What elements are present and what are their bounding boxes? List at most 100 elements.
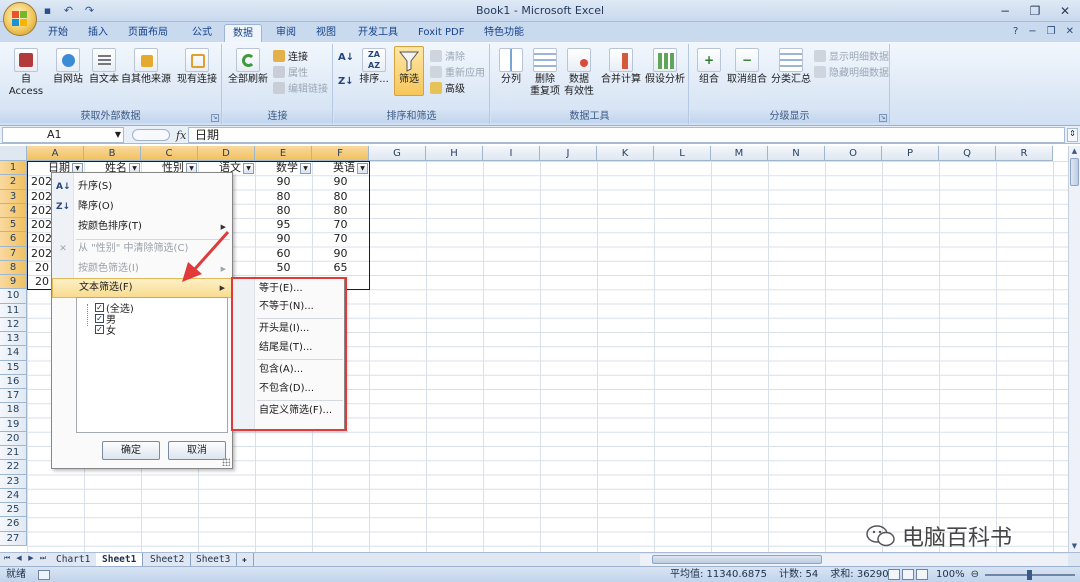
ribbon-close-icon[interactable]: ✕ — [1066, 26, 1074, 37]
column-header[interactable]: I — [483, 146, 540, 161]
row-header[interactable]: 20 — [0, 431, 27, 446]
normal-view-icon[interactable] — [888, 569, 900, 580]
data-validation-button[interactable]: 数据 有效性 — [563, 48, 595, 98]
page-break-view-icon[interactable] — [916, 569, 928, 580]
tab-page-layout[interactable]: 页面布局 — [120, 24, 176, 42]
what-if-analysis-button[interactable]: 假设分析 — [643, 48, 687, 86]
zoom-slider[interactable] — [984, 569, 1075, 580]
cancel-button[interactable]: 取消 — [168, 441, 226, 460]
reapply-button[interactable]: 重新应用 — [430, 64, 485, 79]
row-header[interactable]: 1 — [0, 161, 27, 176]
outline-dialog-launcher-icon[interactable]: ↘ — [879, 114, 887, 122]
connections-button[interactable]: 连接 — [273, 48, 308, 63]
from-text-button[interactable]: 自文本 — [86, 48, 122, 86]
row-header[interactable]: 11 — [0, 303, 27, 318]
from-access-button[interactable]: 自 Access — [4, 48, 48, 98]
chevron-down-icon[interactable]: ▼ — [115, 128, 121, 142]
submenu-item-custom-filter[interactable]: 自定义筛选(F)... — [259, 402, 332, 420]
row-header[interactable]: 10 — [0, 289, 27, 304]
menu-item-sort-ascending[interactable]: A↓ 升序(S) — [52, 177, 232, 197]
row-header[interactable]: 23 — [0, 474, 27, 489]
column-header[interactable]: N — [768, 146, 825, 161]
row-header[interactable]: 13 — [0, 332, 27, 347]
clear-button[interactable]: 清除 — [430, 48, 465, 63]
column-header[interactable]: M — [711, 146, 768, 161]
row-header[interactable]: 17 — [0, 389, 27, 404]
horizontal-scroll-thumb[interactable] — [652, 555, 822, 564]
submenu-item-does-not-contain[interactable]: 不包含(D)... — [259, 380, 314, 398]
column-header[interactable]: E — [255, 146, 312, 161]
help-icon[interactable]: ? — [1013, 26, 1018, 37]
column-header[interactable]: H — [426, 146, 483, 161]
sheet-tab-sheet3[interactable]: Sheet3 — [190, 553, 238, 566]
last-sheet-icon[interactable]: ⏭ — [38, 554, 48, 563]
existing-connections-button[interactable]: 现有连接 — [176, 48, 218, 86]
tab-foxit-pdf[interactable]: Foxit PDF — [410, 24, 472, 42]
row-header[interactable]: 8 — [0, 260, 27, 275]
column-header[interactable]: C — [141, 146, 198, 161]
row-header[interactable]: 6 — [0, 232, 27, 247]
column-header[interactable]: D — [198, 146, 255, 161]
ungroup-button[interactable]: − 取消组合 — [726, 48, 768, 86]
zoom-slider-knob[interactable] — [1026, 569, 1032, 580]
insert-function-icon[interactable]: fx — [176, 129, 186, 142]
row-header[interactable]: 19 — [0, 417, 27, 432]
column-header[interactable]: L — [654, 146, 711, 161]
sort-button[interactable]: ZA AZ 排序... — [356, 48, 392, 86]
checkbox-female[interactable]: ✓ 女 — [95, 324, 116, 337]
consolidate-button[interactable]: 合并计算 — [599, 48, 643, 86]
column-header[interactable]: P — [882, 146, 939, 161]
tab-data[interactable]: 数据 — [224, 24, 262, 42]
sheet-tab-sheet1[interactable]: Sheet1 — [96, 553, 144, 566]
row-header[interactable]: 26 — [0, 517, 27, 532]
sort-desc-small-button[interactable]: Z↓ — [338, 76, 354, 87]
zoom-out-icon[interactable]: ⊖ — [971, 567, 979, 582]
column-header[interactable]: A — [27, 146, 84, 161]
first-sheet-icon[interactable]: ⏮ — [2, 554, 12, 563]
close-button[interactable]: ✕ — [1050, 0, 1080, 22]
vertical-scrollbar[interactable]: ▲ ▼ — [1068, 146, 1080, 552]
scroll-down-icon[interactable]: ▼ — [1069, 541, 1080, 552]
group-button[interactable]: + 组合 — [694, 48, 724, 86]
filter-button[interactable]: 筛选 — [394, 46, 424, 96]
from-other-sources-button[interactable]: 自其他来源 — [120, 48, 172, 86]
scroll-up-icon[interactable]: ▲ — [1069, 146, 1080, 157]
row-header[interactable]: 21 — [0, 446, 27, 461]
insert-sheet-icon[interactable]: ✚ — [236, 553, 254, 566]
tab-formulas[interactable]: 公式 — [184, 24, 220, 42]
name-box[interactable]: A1 ▼ — [2, 127, 124, 143]
tab-developer[interactable]: 开发工具 — [350, 24, 406, 42]
text-to-columns-button[interactable]: 分列 — [495, 48, 527, 86]
submenu-item-begins-with[interactable]: 开头是(I)... — [259, 320, 309, 338]
menu-item-sort-by-color[interactable]: 按颜色排序(T) ▶ — [52, 217, 232, 237]
restore-button[interactable]: ❐ — [1020, 0, 1050, 22]
hide-detail-button[interactable]: 隐藏明细数据 — [814, 64, 889, 79]
row-header[interactable]: 22 — [0, 460, 27, 475]
row-header[interactable]: 25 — [0, 503, 27, 518]
tab-review[interactable]: 审阅 — [268, 24, 304, 42]
dialog-launcher-icon[interactable]: ↘ — [211, 114, 219, 122]
from-web-button[interactable]: 自网站 — [50, 48, 86, 86]
menu-item-text-filters[interactable]: 文本筛选(F) ▶ — [52, 278, 232, 298]
column-header[interactable]: R — [996, 146, 1053, 161]
column-header[interactable]: J — [540, 146, 597, 161]
row-header[interactable]: 15 — [0, 360, 27, 375]
horizontal-scrollbar[interactable] — [640, 554, 1068, 566]
column-header[interactable]: K — [597, 146, 654, 161]
zoom-level[interactable]: 100% — [936, 567, 965, 582]
submenu-item-ends-with[interactable]: 结尾是(T)... — [259, 339, 312, 357]
show-detail-button[interactable]: 显示明细数据 — [814, 48, 889, 63]
edit-links-button[interactable]: 编辑链接 — [273, 80, 328, 95]
subtotal-button[interactable]: 分类汇总 — [770, 48, 812, 86]
row-header[interactable]: 4 — [0, 203, 27, 218]
refresh-all-button[interactable]: 全部刷新 — [227, 48, 269, 86]
office-button[interactable] — [3, 2, 37, 36]
submenu-item-equals[interactable]: 等于(E)... — [259, 280, 303, 298]
resize-grip-icon[interactable] — [222, 458, 230, 466]
select-all-corner[interactable] — [0, 146, 27, 161]
row-header[interactable]: 12 — [0, 317, 27, 332]
page-layout-view-icon[interactable] — [902, 569, 914, 580]
submenu-item-not-equals[interactable]: 不等于(N)... — [259, 298, 314, 316]
row-header[interactable]: 24 — [0, 488, 27, 503]
column-header[interactable]: O — [825, 146, 882, 161]
